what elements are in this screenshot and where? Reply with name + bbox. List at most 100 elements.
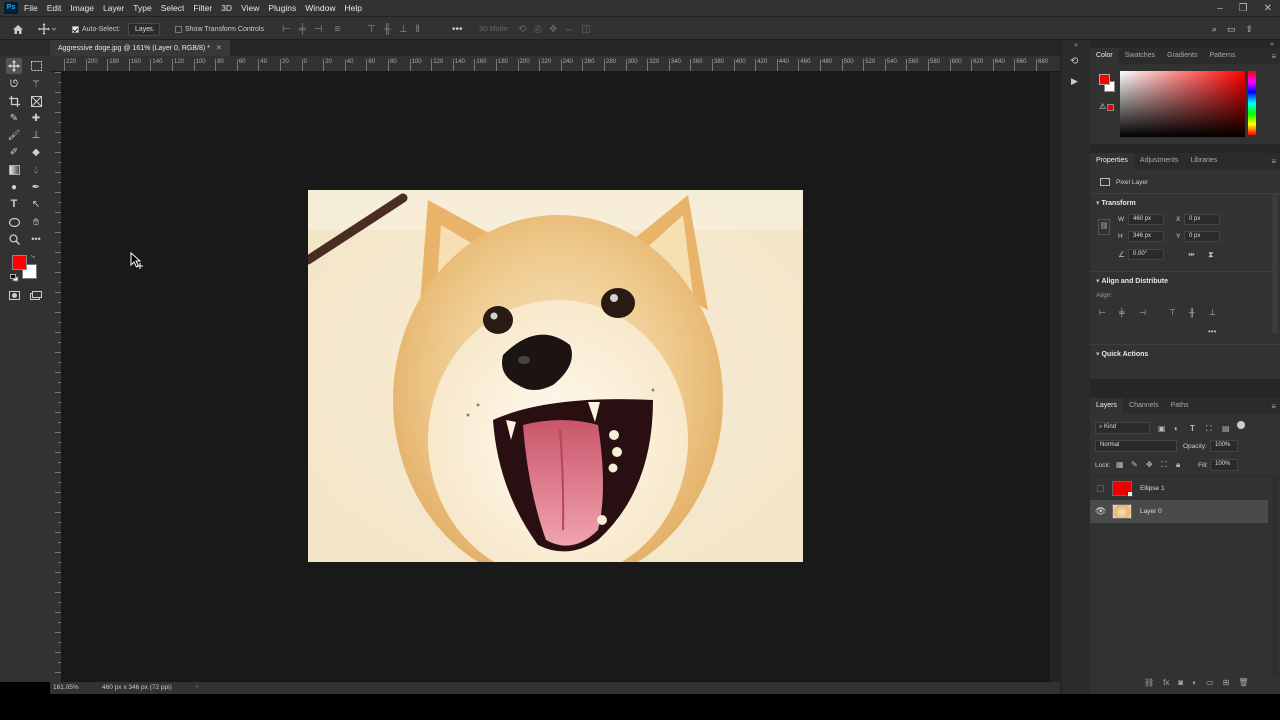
layer-style-fx-icon[interactable]: fx — [1163, 678, 1169, 687]
crop-tool-icon[interactable] — [6, 93, 22, 109]
layer-row-ellipse[interactable]: Ellipse 1 — [1090, 477, 1268, 500]
color-panel-fg-swatch[interactable] — [1099, 74, 1110, 85]
filter-shape-icon[interactable]: ⛶ — [1206, 424, 1212, 434]
frame-tool-icon[interactable] — [28, 93, 44, 109]
tab-paths[interactable]: Paths — [1165, 398, 1195, 414]
menu-file[interactable]: File — [24, 3, 38, 13]
out-of-gamut-warning-icon[interactable]: ⚠ — [1099, 102, 1106, 111]
distribute-icon[interactable]: ≡ — [335, 24, 341, 35]
eye-icon[interactable]: 👁︎ — [1095, 506, 1106, 517]
tab-color[interactable]: Color — [1090, 48, 1119, 64]
show-transform-check-icon[interactable] — [175, 25, 182, 33]
actions-panel-icon[interactable]: ▶ — [1071, 76, 1078, 87]
menu-filter[interactable]: Filter — [193, 3, 212, 13]
magic-wand-icon[interactable]: ⚚ — [28, 76, 44, 92]
width-field[interactable]: 460 px — [1128, 214, 1164, 225]
panel-menu-icon[interactable]: ≡ — [1271, 52, 1276, 61]
history-panel-icon[interactable]: ⟲ — [1070, 56, 1078, 67]
flip-horizontal-icon[interactable]: ⇹ — [1188, 250, 1195, 259]
ellipse-tool-icon[interactable] — [6, 214, 22, 230]
align-bottom-edges-icon[interactable]: ⊥ — [399, 24, 408, 35]
pen-tool-icon[interactable]: ✒︎ — [28, 179, 44, 195]
show-transform-controls-checkbox[interactable]: Show Transform Controls — [175, 21, 264, 37]
menu-window[interactable]: Window — [305, 3, 335, 13]
distribute-vertical-icon[interactable]: ‖ — [416, 24, 420, 35]
layer-row-layer0[interactable]: 👁︎ Layer 0 — [1090, 500, 1268, 523]
lock-all-icon[interactable]: 🔒︎ — [1176, 460, 1180, 470]
3d-slide-icon[interactable]: ⇔ — [565, 24, 575, 35]
align-right-edges-icon[interactable]: ⊣ — [314, 24, 323, 35]
tab-gradients[interactable]: Gradients — [1161, 48, 1203, 64]
visibility-toggle-off[interactable] — [1097, 485, 1104, 492]
move-tool-icon[interactable] — [6, 58, 22, 74]
align-distribute-section-header[interactable]: Align and Distribute — [1096, 277, 1168, 285]
vertical-scrollbar[interactable] — [1050, 72, 1060, 682]
foreground-color-swatch[interactable] — [12, 255, 27, 270]
lock-transparent-pixels-icon[interactable]: ▦ — [1116, 460, 1124, 469]
move-tool-preset-icon[interactable] — [38, 21, 56, 37]
align-bottom-icon[interactable]: ⊥ — [1209, 308, 1216, 317]
align-right-icon[interactable]: ⊣ — [1139, 308, 1146, 317]
link-icon[interactable]: ⛓︎ — [1098, 219, 1110, 235]
filter-smart-object-icon[interactable]: ▤ — [1222, 424, 1230, 433]
expand-dock-icon[interactable]: « — [1270, 41, 1274, 48]
eraser-icon[interactable]: ◆ — [28, 144, 44, 160]
rectangular-marquee-icon[interactable] — [28, 58, 44, 74]
layer-name[interactable]: Ellipse 1 — [1140, 485, 1165, 492]
filter-pixel-icon[interactable]: ▣ — [1158, 424, 1166, 433]
new-adjustment-layer-icon[interactable]: ◐ — [1192, 678, 1197, 687]
menu-3d[interactable]: 3D — [221, 3, 232, 13]
fill-field[interactable]: 100% — [1210, 459, 1238, 471]
menu-plugins[interactable]: Plugins — [268, 3, 296, 13]
menu-help[interactable]: Help — [344, 3, 361, 13]
clone-stamp-icon[interactable]: ⊥ — [28, 127, 44, 143]
menu-select[interactable]: Select — [161, 3, 185, 13]
align-top-icon[interactable]: ⊤ — [1169, 308, 1176, 317]
lock-artboard-icon[interactable]: ⛶ — [1161, 460, 1167, 470]
tab-channels[interactable]: Channels — [1123, 398, 1165, 414]
layers-scrollbar[interactable] — [1272, 477, 1278, 677]
menu-edit[interactable]: Edit — [47, 3, 62, 13]
align-middle-icon[interactable]: ╫ — [1189, 308, 1195, 317]
swap-colors-icon[interactable]: ⤷ — [31, 253, 39, 261]
dodge-tool-icon[interactable]: ● — [6, 179, 22, 195]
type-tool-icon[interactable]: T — [6, 196, 22, 212]
gradient-tool-icon[interactable] — [6, 162, 22, 178]
auto-select-target-dropdown[interactable]: Layer ⌄ — [128, 21, 160, 37]
opacity-field[interactable]: 100% — [1210, 440, 1238, 452]
auto-select-checkbox[interactable]: Auto-Select: — [72, 21, 120, 37]
workspace-icon[interactable]: ▭ — [1227, 24, 1236, 35]
quick-mask-icon[interactable] — [6, 287, 22, 303]
document-info[interactable]: 460 px x 346 px (72 ppi) — [102, 684, 172, 691]
lock-position-icon[interactable]: ✥ — [1146, 460, 1153, 469]
close-icon[interactable]: ✕ — [1264, 3, 1272, 14]
align-vertical-centers-icon[interactable]: ╫ — [384, 24, 391, 35]
chevron-right-icon[interactable]: › — [196, 683, 198, 690]
flip-vertical-icon[interactable]: ⧗ — [1208, 250, 1214, 260]
x-field[interactable]: 0 px — [1184, 214, 1220, 225]
delete-layer-icon[interactable]: 🗑︎ — [1238, 678, 1248, 687]
new-layer-icon[interactable]: ⊞ — [1223, 678, 1230, 687]
menu-type[interactable]: Type — [133, 3, 151, 13]
document-tab[interactable]: Aggressive doge.jpg @ 161% (Layer 0, RGB… — [50, 40, 230, 56]
minimize-icon[interactable]: – — [1217, 3, 1223, 14]
more-options-icon[interactable]: ••• — [452, 21, 463, 37]
3d-roll-icon[interactable]: ◎ — [533, 24, 542, 35]
auto-select-check-icon[interactable] — [72, 25, 79, 33]
quick-actions-section-header[interactable]: Quick Actions — [1096, 350, 1148, 358]
close-tab-icon[interactable]: ✕ — [216, 44, 222, 52]
spot-healing-icon[interactable]: ✚ — [28, 110, 44, 126]
new-group-icon[interactable]: ▭ — [1206, 678, 1214, 687]
3d-scale-icon[interactable]: ◫ — [582, 24, 591, 35]
panel-menu-icon[interactable]: ≡ — [1271, 157, 1276, 166]
share-icon[interactable]: ⇪ — [1246, 24, 1254, 35]
tab-properties[interactable]: Properties — [1090, 153, 1134, 169]
screen-mode-icon[interactable] — [28, 287, 44, 303]
align-left-icon[interactable]: ⊢ — [1099, 308, 1106, 317]
menu-image[interactable]: Image — [70, 3, 94, 13]
3d-orbit-icon[interactable]: ⟲ — [518, 24, 526, 35]
home-icon[interactable] — [12, 21, 24, 37]
default-colors-icon[interactable] — [10, 274, 19, 282]
menu-view[interactable]: View — [241, 3, 259, 13]
hand-tool-icon[interactable]: ✋︎ — [28, 214, 44, 230]
